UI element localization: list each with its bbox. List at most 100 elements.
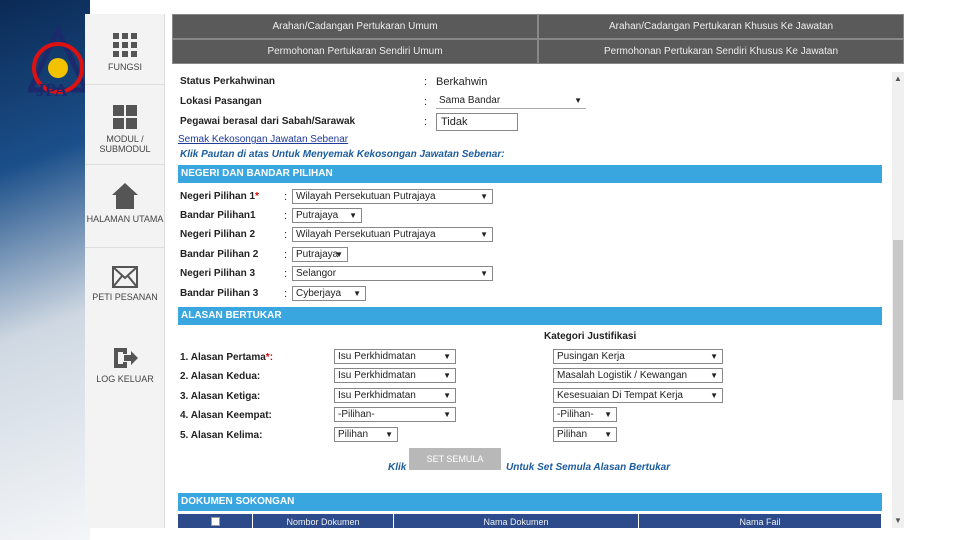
negeri-pilihan-1-select[interactable]: Wilayah Persekutuan Putrajaya ▼ (292, 189, 493, 204)
chevron-down-icon: ▼ (335, 250, 343, 259)
sidebar-item-label: LOG KELUAR (96, 374, 154, 384)
sidebar: FUNGSI MODUL / SUBMODUL HALAMAN UTAMA PE… (85, 14, 165, 528)
bandar-pilihan-1-select[interactable]: Putrajaya ▼ (292, 208, 362, 223)
chevron-down-icon: ▼ (443, 352, 451, 361)
bandar-pilihan-2-select[interactable]: Putrajaya ▼ (292, 247, 348, 262)
chevron-down-icon: ▼ (443, 410, 451, 419)
alasan-ketiga-label: 3. Alasan Ketiga: (180, 391, 261, 402)
bandar-pilihan-3-label: Bandar Pilihan 3 (180, 288, 259, 299)
chevron-down-icon: ▼ (480, 230, 488, 239)
vertical-scrollbar[interactable]: ▲ ▼ (892, 72, 904, 528)
colon: : (424, 76, 428, 88)
status-perkahwinan-label: Status Perkahwinan (180, 76, 276, 87)
alasan-keempat-label: 4. Alasan Keempat: (180, 410, 272, 421)
modules-icon (113, 105, 137, 129)
chevron-down-icon: ▼ (710, 371, 718, 380)
alasan-pertama-label: 1. Alasan Pertama*: (180, 352, 274, 363)
bandar-pilihan-2-label: Bandar Pilihan 2 (180, 249, 259, 260)
alasan-pertama-select[interactable]: Isu Perkhidmatan ▼ (334, 349, 456, 364)
colon: : (424, 116, 428, 128)
column-header-nama-dokumen: Nama Dokumen (394, 514, 639, 528)
checkbox[interactable] (210, 517, 220, 526)
main-area: Arahan/Cadangan Pertukaran Umum Arahan/C… (172, 14, 904, 528)
negeri-pilihan-3-label: Negeri Pilihan 3 (180, 268, 256, 279)
bandar-pilihan-1-label: Bandar Pilihan1 (180, 210, 256, 221)
sidebar-item-label: PETI PESANAN (92, 292, 158, 302)
colon: : (284, 229, 288, 241)
form-content: Status Perkahwinan : Berkahwin Lokasi Pa… (172, 72, 892, 528)
semak-note: Klik Pautan di atas Untuk Menyemak Kekos… (180, 149, 505, 160)
divider (85, 164, 165, 165)
chevron-down-icon: ▼ (349, 211, 357, 220)
scroll-down-icon[interactable]: ▼ (894, 516, 902, 525)
home-icon (112, 183, 138, 209)
chevron-down-icon: ▼ (385, 430, 393, 439)
kategori-pertama-select[interactable]: Pusingan Kerja ▼ (553, 349, 723, 364)
kategori-kelima-select[interactable]: Pilihan ▼ (553, 427, 617, 442)
reset-suffix: Untuk Set Semula Alasan Bertukar (506, 462, 671, 473)
reset-prefix: Klik (388, 462, 407, 473)
sidebar-item-halaman-utama[interactable]: HALAMAN UTAMA (85, 182, 165, 224)
scrollbar-thumb[interactable] (893, 240, 903, 400)
negeri-pilihan-2-select[interactable]: Wilayah Persekutuan Putrajaya ▼ (292, 227, 493, 242)
chevron-down-icon: ▼ (443, 371, 451, 380)
sabah-sarawak-label: Pegawai berasal dari Sabah/Sarawak (180, 116, 356, 127)
colon: : (284, 210, 288, 222)
sidebar-item-peti-pesanan[interactable]: PETI PESANAN (85, 266, 165, 302)
tab-arahan-umum[interactable]: Arahan/Cadangan Pertukaran Umum (172, 14, 538, 39)
negeri-pilihan-3-select[interactable]: Selangor ▼ (292, 266, 493, 281)
negeri-pilihan-1-label: Negeri Pilihan 1* (180, 191, 259, 202)
chevron-down-icon: ▼ (480, 269, 488, 278)
sidebar-item-log-keluar[interactable]: LOG KELUAR (85, 346, 165, 384)
colon: : (284, 191, 288, 203)
alasan-kedua-label: 2. Alasan Kedua: (180, 371, 261, 382)
semak-kekosongan-link[interactable]: Semak Kekosongan Jawatan Sebenar (178, 134, 348, 145)
sidebar-item-label: FUNGSI (107, 62, 142, 72)
chevron-down-icon: ▼ (480, 192, 488, 201)
column-header-nama-fail: Nama Fail (639, 514, 882, 528)
tab-bar: Arahan/Cadangan Pertukaran Umum Arahan/C… (172, 14, 904, 64)
kategori-kedua-select[interactable]: Masalah Logistik / Kewangan ▼ (553, 368, 723, 383)
sidebar-item-label: MODUL / SUBMODUL (99, 134, 151, 154)
alasan-keempat-select[interactable]: -Pilihan- ▼ (334, 407, 456, 422)
colon: : (284, 268, 288, 280)
sidebar-item-label: HALAMAN UTAMA (86, 214, 164, 224)
column-header-nombor: Nombor Dokumen (253, 514, 394, 528)
alasan-kelima-select[interactable]: Pilihan ▼ (334, 427, 398, 442)
chevron-down-icon: ▼ (710, 391, 718, 400)
colon: : (424, 96, 428, 108)
chevron-down-icon: ▼ (574, 96, 582, 105)
sabah-sarawak-field[interactable]: Tidak (436, 113, 518, 131)
divider (85, 84, 165, 85)
kategori-ketiga-select[interactable]: Kesesuaian Di Tempat Kerja ▼ (553, 388, 723, 403)
logout-icon (114, 348, 138, 368)
tab-arahan-khusus[interactable]: Arahan/Cadangan Pertukaran Khusus Ke Jaw… (538, 14, 904, 39)
select-all-checkbox-cell[interactable] (178, 514, 253, 528)
negeri-section-header: NEGERI DAN BANDAR PILIHAN (178, 165, 882, 183)
scroll-up-icon[interactable]: ▲ (894, 74, 902, 83)
dokumen-section-header: DOKUMEN SOKONGAN (178, 493, 882, 511)
grid-icon (113, 33, 137, 57)
chevron-down-icon: ▼ (710, 352, 718, 361)
set-semula-button[interactable]: SET SEMULA (409, 448, 501, 470)
chevron-down-icon: ▼ (604, 430, 612, 439)
alasan-section-header: ALASAN BERTUKAR (178, 307, 882, 325)
sidebar-item-fungsi[interactable]: FUNGSI (85, 32, 165, 72)
sidebar-item-modul[interactable]: MODUL / SUBMODUL (85, 104, 165, 154)
lokasi-pasangan-select[interactable]: Sama Bandar ▼ (436, 94, 586, 109)
envelope-icon (112, 266, 138, 288)
tab-permohonan-khusus[interactable]: Permohonan Pertukaran Sendiri Khusus Ke … (538, 39, 904, 64)
colon: : (284, 249, 288, 261)
bandar-pilihan-3-select[interactable]: Cyberjaya ▼ (292, 286, 366, 301)
divider (85, 247, 165, 248)
kategori-justifikasi-label: Kategori Justifikasi (544, 331, 637, 342)
tab-permohonan-umum[interactable]: Permohonan Pertukaran Sendiri Umum (172, 39, 538, 64)
kategori-keempat-select[interactable]: -Pilihan- ▼ (553, 407, 617, 422)
lokasi-pasangan-label: Lokasi Pasangan (180, 96, 262, 107)
logo-text: JPA (36, 80, 68, 100)
negeri-pilihan-2-label: Negeri Pilihan 2 (180, 229, 256, 240)
alasan-kedua-select[interactable]: Isu Perkhidmatan ▼ (334, 368, 456, 383)
status-perkahwinan-value: Berkahwin (436, 76, 488, 88)
chevron-down-icon: ▼ (353, 289, 361, 298)
alasan-ketiga-select[interactable]: Isu Perkhidmatan ▼ (334, 388, 456, 403)
